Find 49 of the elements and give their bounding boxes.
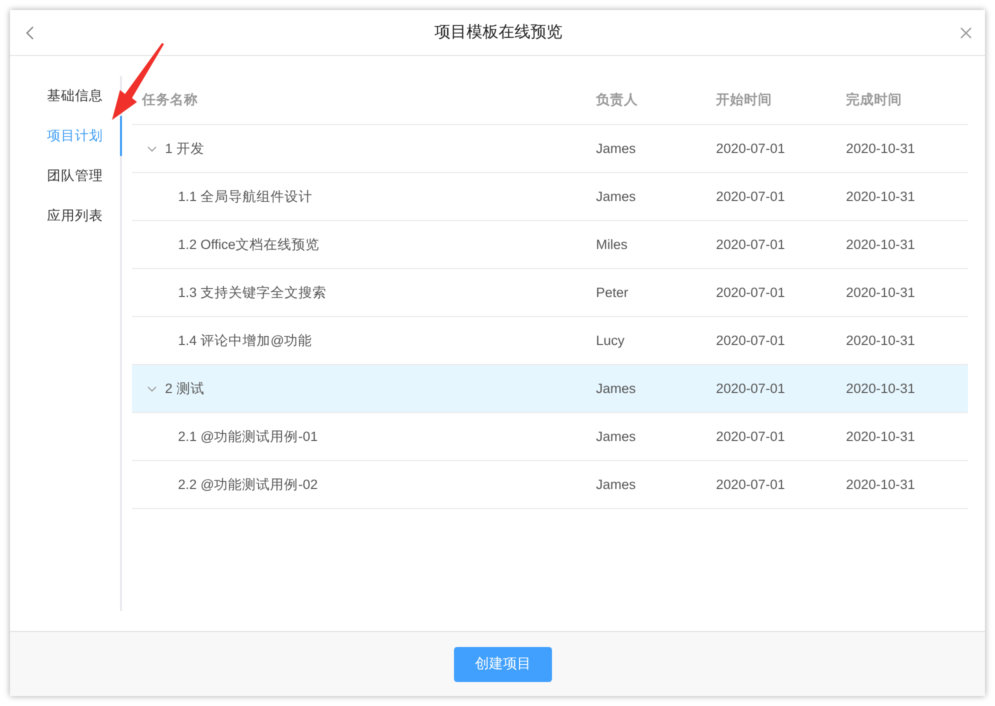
start-date-cell-text: 2020-07-01 xyxy=(715,381,786,396)
column-header: 完成时间 xyxy=(845,91,903,109)
end-date-cell-text: 2020-10-31 xyxy=(845,429,916,444)
end-date-cell-text: 2020-10-31 xyxy=(845,237,916,252)
task-name: 1.1 全局导航组件设计 xyxy=(178,188,313,206)
end-date-cell-text: 2020-10-31 xyxy=(845,189,916,204)
task-name: 2.1 @功能测试用例-01 xyxy=(178,428,318,446)
sidebar-item[interactable]: 团队管理 xyxy=(10,156,122,196)
table-row[interactable]: 1.2 Office文档在线预览 Miles 2020-07-01 2020-10-31 xyxy=(132,221,968,269)
owner-cell-text: James xyxy=(595,141,637,156)
sidebar-item[interactable]: 基础信息 xyxy=(10,76,122,116)
table-row[interactable]: 1 开发 James 2020-07-01 2020-10-31 xyxy=(132,125,968,173)
table-row[interactable]: 1.1 全局导航组件设计 James 2020-07-01 2020-10-31 xyxy=(132,173,968,221)
end-date-cell-text: 2020-10-31 xyxy=(845,333,916,348)
task-name: 2.2 @功能测试用例-02 xyxy=(178,476,318,494)
owner-cell-text: Lucy xyxy=(595,333,626,348)
column-header: 任务名称 xyxy=(140,91,199,109)
owner-cell-text: James xyxy=(595,477,637,492)
start-date-cell-text: 2020-07-01 xyxy=(715,285,786,300)
table-row[interactable]: 2.2 @功能测试用例-02 James 2020-07-01 2020-10-31 xyxy=(132,461,968,509)
owner-cell-text: James xyxy=(595,429,637,444)
end-date-cell-text: 2020-10-31 xyxy=(845,141,916,156)
table-row[interactable]: 2.1 @功能测试用例-01 James 2020-07-01 2020-10-31 xyxy=(132,413,968,461)
start-date-cell-text: 2020-07-01 xyxy=(715,141,786,156)
start-date-cell-text: 2020-07-01 xyxy=(715,189,786,204)
end-date-cell-text: 2020-10-31 xyxy=(845,285,916,300)
task-name: 1.2 Office文档在线预览 xyxy=(178,236,320,254)
owner-cell-text: Miles xyxy=(595,237,629,252)
start-date-cell-text: 2020-07-01 xyxy=(715,237,786,252)
end-date-cell-text: 2020-10-31 xyxy=(845,477,916,492)
start-date-cell-text: 2020-07-01 xyxy=(715,429,786,444)
table-row[interactable]: 2 测试 James 2020-07-01 2020-10-31 xyxy=(132,365,968,413)
owner-cell-text: Peter xyxy=(595,285,630,300)
owner-cell-text: James xyxy=(595,381,637,396)
task-name: 2 测试 xyxy=(165,380,204,398)
owner-cell-text: James xyxy=(595,189,637,204)
task-name: 1.3 支持关键字全文搜索 xyxy=(178,284,327,302)
column-header: 负责人 xyxy=(595,91,639,109)
close-icon xyxy=(959,26,973,40)
task-name: 1 开发 xyxy=(165,140,204,158)
dialog-title: 项目模板在线预览 xyxy=(434,22,564,43)
table-row[interactable]: 1.3 支持关键字全文搜索 Peter 2020-07-01 2020-10-31 xyxy=(132,269,968,317)
start-date-cell-text: 2020-07-01 xyxy=(715,333,786,348)
sidebar-item[interactable]: 应用列表 xyxy=(10,196,122,236)
task-name: 1.4 评论中增加@功能 xyxy=(178,332,312,350)
end-date-cell-text: 2020-10-31 xyxy=(845,381,916,396)
column-header: 开始时间 xyxy=(715,91,773,109)
close-button[interactable] xyxy=(959,26,973,40)
start-date-cell-text: 2020-07-01 xyxy=(715,477,786,492)
